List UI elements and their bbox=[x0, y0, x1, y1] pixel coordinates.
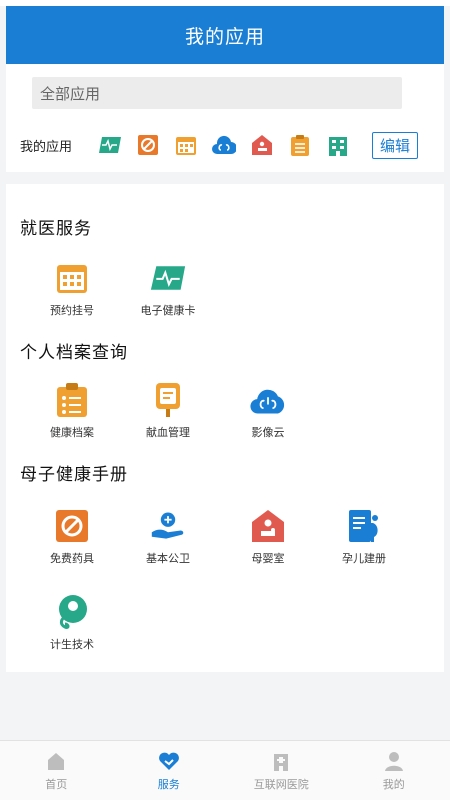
app-health-card[interactable]: 电子健康卡 bbox=[128, 260, 208, 318]
app-free-medicine[interactable]: 免费药具 bbox=[32, 508, 112, 566]
app-label: 健康档案 bbox=[50, 426, 94, 439]
app-label: 基本公卫 bbox=[146, 552, 190, 565]
app-label: 免费药具 bbox=[50, 552, 94, 565]
search-placeholder: 全部应用 bbox=[40, 84, 101, 103]
main-content: 全部应用 我的应用 编辑 就医服务 预约挂号 电子健康卡 个人档案查询 健康档案… bbox=[6, 64, 444, 740]
hospital-icon bbox=[270, 750, 292, 772]
heart-service-icon bbox=[158, 750, 180, 772]
calendar-icon[interactable] bbox=[174, 133, 198, 157]
hospital-building-icon[interactable] bbox=[326, 133, 350, 157]
app-label: 电子健康卡 bbox=[140, 304, 196, 317]
page-title: 我的应用 bbox=[184, 25, 265, 48]
app-blood-donation[interactable]: 献血管理 bbox=[128, 382, 208, 440]
health-card-icon[interactable] bbox=[98, 133, 122, 157]
lungs-cloud-icon[interactable] bbox=[212, 133, 236, 157]
mother-baby-icon[interactable] bbox=[250, 133, 274, 157]
family-planning-icon bbox=[54, 594, 90, 630]
user-icon bbox=[383, 750, 405, 772]
tab-service[interactable]: 服务 bbox=[113, 741, 226, 800]
app-header: 我的应用 bbox=[6, 6, 444, 64]
tab-label: 我的 bbox=[382, 777, 405, 791]
health-card-icon bbox=[150, 260, 186, 296]
calendar-icon bbox=[54, 260, 90, 296]
search-input[interactable]: 全部应用 bbox=[32, 77, 402, 109]
my-apps-label: 我的应用 bbox=[20, 139, 73, 155]
section-title-records: 个人档案查询 bbox=[20, 343, 128, 363]
app-label: 母婴室 bbox=[251, 552, 285, 565]
app-public-health[interactable]: 基本公卫 bbox=[128, 508, 208, 566]
app-label: 献血管理 bbox=[146, 426, 190, 439]
app-label: 计生技术 bbox=[50, 638, 94, 651]
lungs-cloud-icon bbox=[250, 382, 286, 418]
app-label: 影像云 bbox=[251, 426, 285, 439]
tab-internet-hospital[interactable]: 互联网医院 bbox=[225, 741, 338, 800]
app-family-planning[interactable]: 计生技术 bbox=[32, 594, 112, 652]
my-apps-row: 我的应用 编辑 bbox=[6, 126, 444, 164]
bottom-tab-bar: 首页 服务 互联网医院 我的 bbox=[0, 740, 450, 800]
section-title-maternal: 母子健康手册 bbox=[20, 465, 128, 485]
pregnancy-book-icon bbox=[346, 508, 382, 544]
section-divider bbox=[6, 172, 444, 184]
app-label: 预约挂号 bbox=[50, 304, 94, 317]
app-health-record[interactable]: 健康档案 bbox=[32, 382, 112, 440]
tab-label: 首页 bbox=[45, 777, 68, 791]
tab-mine[interactable]: 我的 bbox=[338, 741, 450, 800]
clipboard-icon bbox=[54, 382, 90, 418]
pills-icon[interactable] bbox=[136, 133, 160, 157]
app-label: 孕儿建册 bbox=[342, 552, 386, 565]
pills-icon bbox=[54, 508, 90, 544]
clipboard-icon[interactable] bbox=[288, 133, 312, 157]
my-apps-icons bbox=[90, 133, 350, 157]
footer-spacer bbox=[6, 672, 444, 740]
tab-home[interactable]: 首页 bbox=[0, 741, 113, 800]
app-appointment[interactable]: 预约挂号 bbox=[32, 260, 112, 318]
app-pregnancy-booklet[interactable]: 孕儿建册 bbox=[324, 508, 404, 566]
blood-bag-icon bbox=[150, 382, 186, 418]
mother-baby-icon bbox=[250, 508, 286, 544]
app-imaging-cloud[interactable]: 影像云 bbox=[228, 382, 308, 440]
hand-care-icon bbox=[150, 508, 186, 544]
section-title-medical: 就医服务 bbox=[20, 219, 92, 239]
tab-label: 互联网医院 bbox=[253, 777, 309, 791]
tab-label: 服务 bbox=[157, 777, 180, 791]
app-nursing-room[interactable]: 母婴室 bbox=[228, 508, 308, 566]
home-icon bbox=[45, 750, 67, 772]
edit-button[interactable]: 编辑 bbox=[372, 131, 419, 159]
